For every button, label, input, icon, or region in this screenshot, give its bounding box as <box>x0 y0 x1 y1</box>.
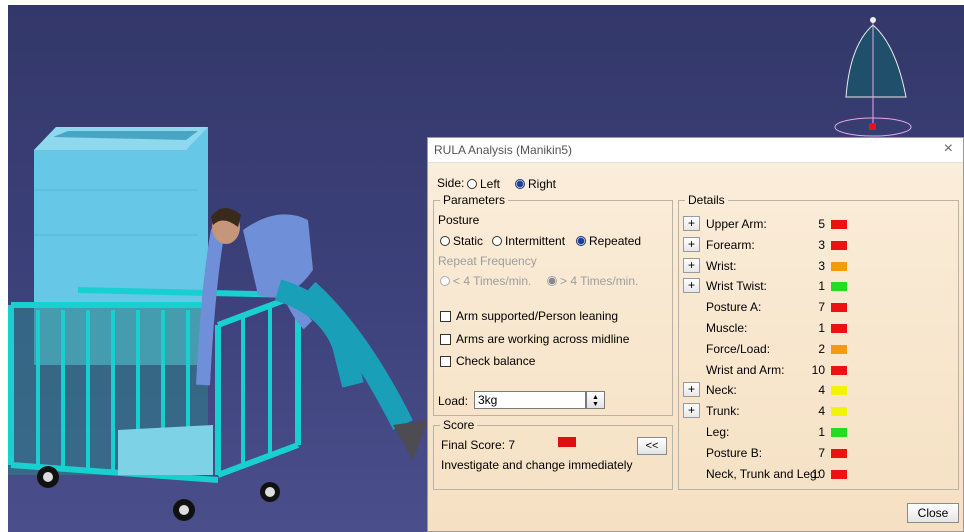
final-score-swatch <box>558 437 576 447</box>
detail-value-upper-arm: 5 <box>818 217 825 231</box>
detail-value-leg: 1 <box>818 425 825 439</box>
detail-label-leg: Leg: <box>706 425 730 439</box>
detail-swatch-forearm <box>831 241 847 250</box>
side-right-radio[interactable]: Right <box>515 177 556 191</box>
detail-value-force-load: 2 <box>818 342 825 356</box>
repeat-less-radio: < 4 Times/min. <box>440 274 531 288</box>
detail-value-forearm: 3 <box>818 238 825 252</box>
detail-label-wrist-and-arm: Wrist and Arm: <box>706 363 785 377</box>
cart <box>8 287 301 483</box>
arm-supported-checkbox[interactable]: Arm supported/Person leaning <box>440 309 618 323</box>
detail-label-neck-trunk-and-leg: Neck, Trunk and Leg: <box>706 467 821 481</box>
check-balance-checkbox[interactable]: Check balance <box>440 354 535 368</box>
detail-value-wrist-and-arm: 10 <box>811 363 825 377</box>
dialog-title: RULA Analysis (Manikin5) <box>434 143 573 157</box>
dialog-titlebar[interactable]: RULA Analysis (Manikin5) × <box>428 138 963 163</box>
detail-label-wrist-twist: Wrist Twist: <box>706 279 767 293</box>
expand-trunk-button[interactable]: + <box>683 403 700 418</box>
close-button[interactable]: Close <box>907 503 959 523</box>
detail-label-trunk: Trunk: <box>706 404 740 418</box>
posture-static-radio[interactable]: Static <box>440 234 483 248</box>
detail-value-neck: 4 <box>818 383 825 397</box>
detail-value-posture-a: 7 <box>818 300 825 314</box>
side-left-radio[interactable]: Left <box>467 177 500 191</box>
detail-label-forearm: Forearm: <box>706 238 755 252</box>
details-legend: Details <box>688 193 725 207</box>
radio-selected-icon <box>515 179 525 189</box>
detail-value-neck-trunk-and-leg: 10 <box>811 467 825 481</box>
repeat-frequency-label: Repeat Frequency <box>438 254 537 268</box>
radio-icon <box>492 236 502 246</box>
detail-swatch-neck-trunk-and-leg <box>831 470 847 479</box>
detail-label-wrist: Wrist: <box>706 259 737 273</box>
radio-selected-icon <box>547 276 557 286</box>
detail-label-posture-a: Posture A: <box>706 300 762 314</box>
collapse-details-button[interactable]: << <box>637 437 667 455</box>
load-input[interactable]: 3kg <box>474 391 586 409</box>
detail-value-wrist: 3 <box>818 259 825 273</box>
manikin <box>196 207 428 460</box>
radio-selected-icon <box>576 236 586 246</box>
checkbox-icon <box>440 356 451 367</box>
detail-swatch-wrist-and-arm <box>831 366 847 375</box>
spin-up-icon: ▲ <box>592 394 599 401</box>
detail-swatch-wrist-twist <box>831 282 847 291</box>
final-score-text: Final Score: 7 <box>441 438 516 452</box>
detail-swatch-upper-arm <box>831 220 847 229</box>
detail-label-posture-b: Posture B: <box>706 446 763 460</box>
expand-wrist-button[interactable]: + <box>683 258 700 273</box>
radio-icon <box>440 276 450 286</box>
radio-icon <box>440 236 450 246</box>
detail-swatch-posture-a <box>831 303 847 312</box>
expand-upper-arm-button[interactable]: + <box>683 216 700 231</box>
detail-swatch-neck <box>831 386 847 395</box>
detail-swatch-posture-b <box>831 449 847 458</box>
repeat-more-radio: > 4 Times/min. <box>547 274 638 288</box>
arms-midline-checkbox[interactable]: Arms are working across midline <box>440 332 629 346</box>
spin-down-icon: ▼ <box>592 401 599 408</box>
detail-swatch-trunk <box>831 407 847 416</box>
detail-value-posture-b: 7 <box>818 446 825 460</box>
side-label: Side: <box>437 176 465 190</box>
detail-label-upper-arm: Upper Arm: <box>706 217 767 231</box>
detail-label-muscle: Muscle: <box>706 321 748 335</box>
load-label: Load: <box>438 394 469 408</box>
checkbox-icon <box>440 334 451 345</box>
expand-neck-button[interactable]: + <box>683 382 700 397</box>
load-spinner[interactable]: ▲ ▼ <box>586 391 605 409</box>
detail-swatch-force-load <box>831 345 847 354</box>
detail-swatch-wrist <box>831 262 847 271</box>
radio-icon <box>467 179 477 189</box>
score-message: Investigate and change immediately <box>441 458 633 472</box>
expand-forearm-button[interactable]: + <box>683 237 700 252</box>
posture-label: Posture <box>438 213 480 227</box>
detail-swatch-leg <box>831 428 847 437</box>
close-icon[interactable]: × <box>944 140 953 158</box>
parameters-legend: Parameters <box>443 193 506 207</box>
posture-repeated-radio[interactable]: Repeated <box>576 234 641 248</box>
checkbox-icon <box>440 311 451 322</box>
detail-value-wrist-twist: 1 <box>818 279 825 293</box>
posture-intermittent-radio[interactable]: Intermittent <box>492 234 565 248</box>
expand-wrist-twist-button[interactable]: + <box>683 278 700 293</box>
detail-value-muscle: 1 <box>818 321 825 335</box>
score-legend: Score <box>443 418 475 432</box>
compass-icon <box>834 17 912 137</box>
detail-swatch-muscle <box>831 324 847 333</box>
detail-label-neck: Neck: <box>706 383 737 397</box>
detail-value-trunk: 4 <box>818 404 825 418</box>
detail-label-force-load: Force/Load: <box>706 342 771 356</box>
